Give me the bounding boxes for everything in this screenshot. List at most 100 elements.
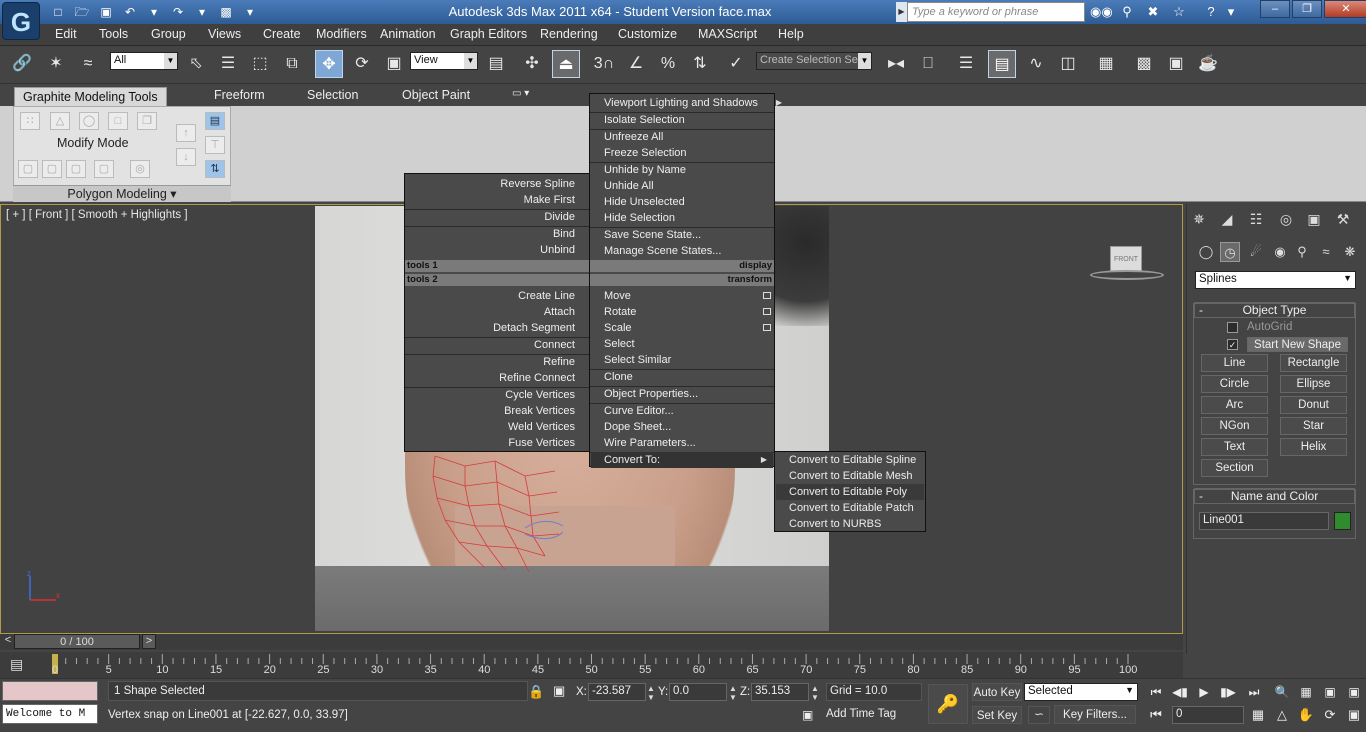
y-spinner-icon[interactable]: ▲ ▼ [729, 684, 737, 702]
ribbon-tool-2-icon[interactable]: ▢ [42, 160, 62, 178]
qat-options-icon[interactable]: ▾ [240, 3, 260, 21]
menu-viewport-lighting-and-shadows[interactable]: Viewport Lighting and Shadows ▶ [604, 95, 782, 111]
select-object-icon[interactable]: ⬁ [182, 50, 210, 78]
menu-convert-to-editable-patch[interactable]: Convert to Editable Patch [789, 500, 914, 516]
time-configuration-icon[interactable]: ▦ [1248, 706, 1268, 724]
mini-curve-editor-icon[interactable]: ▤ [10, 656, 32, 674]
arc-button[interactable]: Arc [1201, 396, 1268, 414]
y-coordinate-field[interactable]: 0.0 [669, 683, 727, 701]
geometry-icon[interactable]: ◯ [1196, 242, 1216, 262]
polygon-modeling-dropdown[interactable]: Polygon Modeling ▾ [13, 185, 231, 202]
unlink-selection-icon[interactable]: ✶ [42, 50, 70, 78]
play-icon[interactable]: ▶ [1194, 683, 1214, 701]
menu-create[interactable]: Create [263, 27, 301, 41]
material-editor-icon[interactable]: ▦ [1092, 50, 1120, 78]
binoculars-icon[interactable]: ◉◉ [1090, 2, 1113, 22]
edit-named-selection-icon[interactable]: ✓ [722, 50, 750, 78]
prev-frame-arrow-icon[interactable]: < [2, 634, 14, 649]
menu-manage-scene-states[interactable]: Manage Scene States... [604, 243, 721, 259]
circle-button[interactable]: Circle [1201, 375, 1268, 393]
rectangle-button[interactable]: Rectangle [1280, 354, 1347, 372]
search-input[interactable]: Type a keyword or phrase [907, 2, 1085, 22]
menu-attach[interactable]: Attach [544, 304, 575, 320]
tab-object-paint[interactable]: Object Paint [402, 88, 470, 102]
snaps-toggle-icon[interactable]: 3∩ [590, 50, 618, 78]
menu-make-first[interactable]: Make First [524, 192, 575, 208]
next-frame-arrow-icon[interactable]: > [142, 634, 156, 649]
text-button[interactable]: Text [1201, 438, 1268, 456]
autogrid-checkbox[interactable] [1227, 322, 1238, 333]
menu-save-scene-state[interactable]: Save Scene State... [604, 227, 701, 243]
menu-bind[interactable]: Bind [553, 226, 575, 242]
star-button[interactable]: Star [1280, 417, 1347, 435]
ribbon-tool-1-icon[interactable]: ▢ [18, 160, 38, 178]
maxscript-mini-listener[interactable]: Welcome to M [2, 704, 98, 724]
menu-help[interactable]: Help [778, 27, 804, 41]
x-spinner-icon[interactable]: ▲ ▼ [647, 684, 655, 702]
ngon-button[interactable]: NGon [1201, 417, 1268, 435]
object-category-dropdown[interactable]: Splines ▼ [1195, 271, 1356, 289]
tools-icon[interactable]: ✖ [1142, 2, 1164, 22]
zoom-all-icon[interactable]: ▦ [1296, 683, 1316, 701]
menu-freeze-selection[interactable]: Freeze Selection [604, 145, 687, 161]
menu-rotate[interactable]: Rotate [604, 304, 636, 320]
section-button[interactable]: Section [1201, 459, 1268, 477]
polygon-mode-icon[interactable]: □ [108, 112, 128, 130]
donut-button[interactable]: Donut [1280, 396, 1347, 414]
object-color-swatch[interactable] [1334, 512, 1351, 530]
tab-freeform[interactable]: Freeform [214, 88, 265, 102]
helpers-icon[interactable]: ⚲ [1292, 242, 1312, 262]
previous-frame-icon[interactable]: ◀▮ [1170, 683, 1190, 701]
hierarchy-panel-icon[interactable]: ☷ [1245, 208, 1267, 230]
spinner-snap-icon[interactable]: ⇅ [686, 50, 714, 78]
redo-dropdown-icon[interactable]: ▾ [192, 3, 212, 21]
menu-convert-to-editable-poly[interactable]: Convert to Editable Poly [776, 484, 924, 500]
menu-unbind[interactable]: Unbind [540, 242, 575, 258]
help-icon[interactable]: ? [1200, 2, 1222, 22]
layer-manager-icon[interactable]: ☰ [952, 50, 980, 78]
mirror-icon[interactable]: ▸◂ [882, 50, 910, 78]
undo-icon[interactable]: ↶ [120, 3, 140, 21]
show-end-result-icon[interactable]: ⇅ [205, 160, 225, 178]
menu-select[interactable]: Select [604, 336, 635, 352]
viewport-label[interactable]: [ + ] [ Front ] [ Smooth + Highlights ] [6, 209, 188, 221]
default-in-out-tangents-icon[interactable]: ∽ [1028, 706, 1050, 724]
menu-hide-unselected[interactable]: Hide Unselected [604, 194, 685, 210]
keyboard-shortcut-override-icon[interactable]: ⏏ [552, 50, 580, 78]
maxscript-mini-listener-output[interactable] [2, 681, 98, 701]
start-new-shape-button[interactable]: Start New Shape [1247, 337, 1348, 352]
menu-move[interactable]: Move [604, 288, 631, 304]
absolute-relative-toggle-icon[interactable]: ▣ [553, 683, 565, 699]
rectangular-selection-icon[interactable]: ⬚ [246, 50, 274, 78]
open-file-icon[interactable]: 🗁 [72, 3, 92, 21]
maximize-viewport-icon[interactable]: ▣ [1344, 706, 1364, 724]
ribbon-tool-4-icon[interactable]: ▢ [94, 160, 114, 178]
schematic-view-icon[interactable]: ◫ [1054, 50, 1082, 78]
project-folder-icon[interactable]: ▩ [216, 3, 236, 21]
select-and-link-icon[interactable]: 🔗 [8, 50, 36, 78]
menu-cycle-vertices[interactable]: Cycle Vertices [505, 387, 575, 403]
go-to-end-icon[interactable]: ⏭ [1244, 683, 1264, 701]
line-button[interactable]: Line [1201, 354, 1268, 372]
menu-views[interactable]: Views [208, 27, 241, 41]
named-selection-sets-dropdown[interactable]: Create Selection Se ▼ [756, 52, 872, 70]
select-and-manipulate-icon[interactable]: ✣ [518, 50, 546, 78]
menu-wire-parameters[interactable]: Wire Parameters... [604, 435, 696, 451]
create-panel-icon[interactable]: ✵ [1188, 208, 1210, 230]
favorites-star-icon[interactable]: ☆ [1168, 2, 1190, 22]
auto-key-button[interactable]: Auto Key [972, 683, 1022, 701]
scale-settings-icon[interactable] [763, 324, 771, 331]
set-key-icon[interactable]: 🔑 [928, 684, 968, 724]
render-setup-icon[interactable]: ▩ [1130, 50, 1158, 78]
reference-coordinate-dropdown[interactable]: View ▼ [410, 52, 478, 70]
stack-mode-icon[interactable]: ▤ [205, 112, 225, 130]
new-file-icon[interactable]: □ [48, 3, 68, 21]
menu-refine-connect[interactable]: Refine Connect [499, 370, 575, 386]
render-production-teapot-icon[interactable]: ☕ [1194, 50, 1222, 78]
add-time-tag[interactable]: Add Time Tag [826, 708, 896, 720]
zoom-extents-icon[interactable]: ▣ [1320, 683, 1340, 701]
viewcube[interactable]: FRONT [1110, 246, 1142, 272]
object-name-field[interactable]: Line001 [1199, 512, 1329, 530]
set-key-button[interactable]: Set Key [972, 706, 1022, 724]
move-settings-icon[interactable] [763, 292, 771, 299]
